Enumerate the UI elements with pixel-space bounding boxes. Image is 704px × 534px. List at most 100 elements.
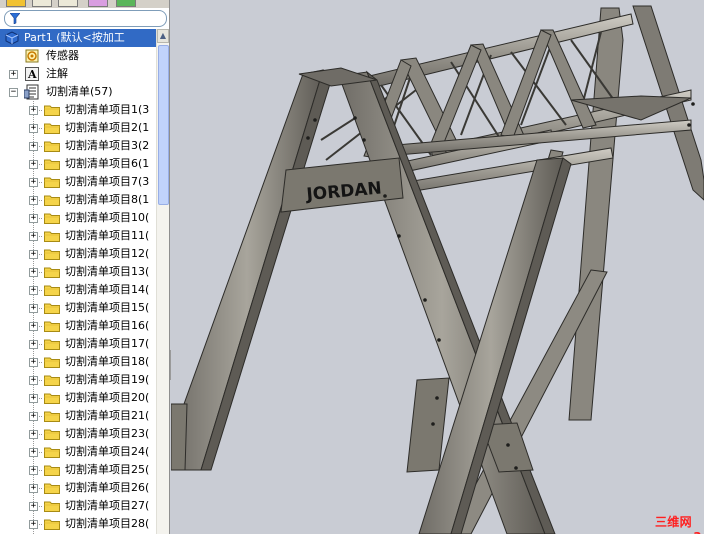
cutlist-item-label: 切割清单项目24( bbox=[65, 445, 150, 458]
expand-item-button[interactable]: + bbox=[29, 142, 38, 151]
tree-item-annotations[interactable]: + A 注解 bbox=[0, 65, 157, 83]
expand-item-button[interactable]: + bbox=[29, 520, 38, 529]
cutlist-item[interactable]: + 切割清单项目25( bbox=[0, 461, 157, 479]
expand-item-button[interactable]: + bbox=[29, 286, 38, 295]
cutlist-item[interactable]: + 切割清单项目1(3 bbox=[0, 101, 157, 119]
cutlist-icon bbox=[24, 84, 39, 100]
cutlist-item-label: 切割清单项目18( bbox=[65, 355, 150, 368]
cutlist-item[interactable]: + 切割清单项目6(1 bbox=[0, 155, 157, 173]
cutlist-item[interactable]: + 切割清单项目18( bbox=[0, 353, 157, 371]
cutlist-item[interactable]: + 切割清单项目8(1 bbox=[0, 191, 157, 209]
expand-annotations-button[interactable]: + bbox=[9, 70, 18, 79]
expand-item-button[interactable]: + bbox=[29, 340, 38, 349]
cutlist-item-label: 切割清单项目7(3 bbox=[65, 175, 150, 188]
annotation-icon: A bbox=[25, 67, 39, 81]
expand-item-button[interactable]: + bbox=[29, 178, 38, 187]
expand-item-button[interactable]: + bbox=[29, 322, 38, 331]
graphics-viewport[interactable]: JORDAN 三维网www.3dportal.cn bbox=[171, 0, 704, 534]
tree-scrollbar[interactable]: ▲ bbox=[156, 29, 169, 534]
expand-item-button[interactable]: + bbox=[29, 268, 38, 277]
cutlist-item-label: 切割清单项目17( bbox=[65, 337, 150, 350]
cutlist-item[interactable]: + 切割清单项目16( bbox=[0, 317, 157, 335]
front-left-leg bbox=[171, 69, 334, 471]
cutlist-item[interactable]: + 切割清单项目17( bbox=[0, 335, 157, 353]
cutlist-item[interactable]: + 切割清单项目12( bbox=[0, 245, 157, 263]
expand-item-button[interactable]: + bbox=[29, 484, 38, 493]
cutlist-item-label: 切割清单项目21( bbox=[65, 409, 150, 422]
scroll-up-button[interactable]: ▲ bbox=[157, 29, 169, 43]
cutlist-item[interactable]: + 切割清单项目2(1 bbox=[0, 119, 157, 137]
tree-root-part[interactable]: Part1 (默认<按加工 bbox=[0, 29, 157, 47]
folder-icon bbox=[44, 105, 60, 116]
expand-item-button[interactable]: + bbox=[29, 250, 38, 259]
tree-item-cutlist[interactable]: − 切割清单(57) bbox=[0, 83, 157, 101]
folder-icon bbox=[44, 213, 60, 224]
folder-icon bbox=[44, 411, 60, 422]
cutlist-item[interactable]: + 切割清单项目28( bbox=[0, 515, 157, 533]
cutlist-item-label: 切割清单项目19( bbox=[65, 373, 150, 386]
cutlist-item[interactable]: + 切割清单项目23( bbox=[0, 425, 157, 443]
property-manager-tab[interactable] bbox=[32, 0, 52, 7]
tree-item-sensors[interactable]: 传感器 bbox=[0, 47, 157, 65]
model-view: JORDAN bbox=[171, 5, 704, 534]
display-manager-tab[interactable] bbox=[116, 0, 136, 7]
watermark-text: 三维网www.3dportal.cn bbox=[655, 515, 704, 534]
folder-icon bbox=[44, 195, 60, 206]
sensors-label: 传感器 bbox=[46, 49, 79, 62]
expand-item-button[interactable]: + bbox=[29, 124, 38, 133]
expand-item-button[interactable]: + bbox=[29, 466, 38, 475]
cutlist-item[interactable]: + 切割清单项目19( bbox=[0, 371, 157, 389]
expand-item-button[interactable]: + bbox=[29, 232, 38, 241]
expand-item-button[interactable]: + bbox=[29, 412, 38, 421]
folder-icon bbox=[44, 447, 60, 458]
folder-icon bbox=[44, 393, 60, 404]
cutlist-item-label: 切割清单项目13( bbox=[65, 265, 150, 278]
scroll-thumb[interactable] bbox=[158, 45, 169, 205]
expand-item-button[interactable]: + bbox=[29, 214, 38, 223]
tree-filter-input[interactable] bbox=[4, 10, 167, 27]
cutlist-item[interactable]: + 切割清单项目20( bbox=[0, 389, 157, 407]
cutlist-item[interactable]: + 切割清单项目14( bbox=[0, 281, 157, 299]
sensor-icon bbox=[25, 49, 39, 63]
svg-text:A: A bbox=[27, 68, 37, 81]
dimxpert-tab[interactable] bbox=[88, 0, 108, 7]
folder-icon bbox=[44, 303, 60, 314]
cutlist-item-label: 切割清单项目12( bbox=[65, 247, 150, 260]
cutlist-item[interactable]: + 切割清单项目26( bbox=[0, 479, 157, 497]
expand-item-button[interactable]: + bbox=[29, 430, 38, 439]
folder-icon bbox=[44, 357, 60, 368]
folder-icon bbox=[44, 465, 60, 476]
configuration-manager-tab[interactable] bbox=[58, 0, 78, 7]
expand-item-button[interactable]: + bbox=[29, 502, 38, 511]
expand-item-button[interactable]: + bbox=[29, 160, 38, 169]
cutlist-item-label: 切割清单项目10( bbox=[65, 211, 150, 224]
expand-item-button[interactable]: + bbox=[29, 394, 38, 403]
cutlist-item[interactable]: + 切割清单项目15( bbox=[0, 299, 157, 317]
cutlist-item[interactable]: + 切割清单项目11( bbox=[0, 227, 157, 245]
expand-item-button[interactable]: + bbox=[29, 196, 38, 205]
expand-item-button[interactable]: + bbox=[29, 106, 38, 115]
folder-icon bbox=[44, 231, 60, 242]
folder-icon bbox=[44, 429, 60, 440]
cutlist-item-label: 切割清单项目6(1 bbox=[65, 157, 150, 170]
cutlist-item[interactable]: + 切割清单项目7(3 bbox=[0, 173, 157, 191]
feature-manager-tab[interactable] bbox=[6, 0, 26, 7]
cutlist-item[interactable]: + 切割清单项目24( bbox=[0, 443, 157, 461]
cutlist-item[interactable]: + 切割清单项目3(2 bbox=[0, 137, 157, 155]
cutlist-item-label: 切割清单项目8(1 bbox=[65, 193, 150, 206]
expand-item-button[interactable]: + bbox=[29, 376, 38, 385]
folder-icon bbox=[44, 267, 60, 278]
expand-item-button[interactable]: + bbox=[29, 358, 38, 367]
folder-icon bbox=[44, 141, 60, 152]
cutlist-item[interactable]: + 切割清单项目27( bbox=[0, 497, 157, 515]
collapse-cutlist-button[interactable]: − bbox=[9, 88, 18, 97]
cutlist-item-label: 切割清单项目23( bbox=[65, 427, 150, 440]
cutlist-item[interactable]: + 切割清单项目21( bbox=[0, 407, 157, 425]
feature-manager-pane: Part1 (默认<按加工 传感器 + A 注解 − 切割清单(57) + 切割… bbox=[0, 0, 170, 534]
cutlist-item[interactable]: + 切割清单项目10( bbox=[0, 209, 157, 227]
part-icon bbox=[5, 31, 19, 45]
folder-icon bbox=[44, 285, 60, 296]
expand-item-button[interactable]: + bbox=[29, 448, 38, 457]
cutlist-item[interactable]: + 切割清单项目13( bbox=[0, 263, 157, 281]
expand-item-button[interactable]: + bbox=[29, 304, 38, 313]
